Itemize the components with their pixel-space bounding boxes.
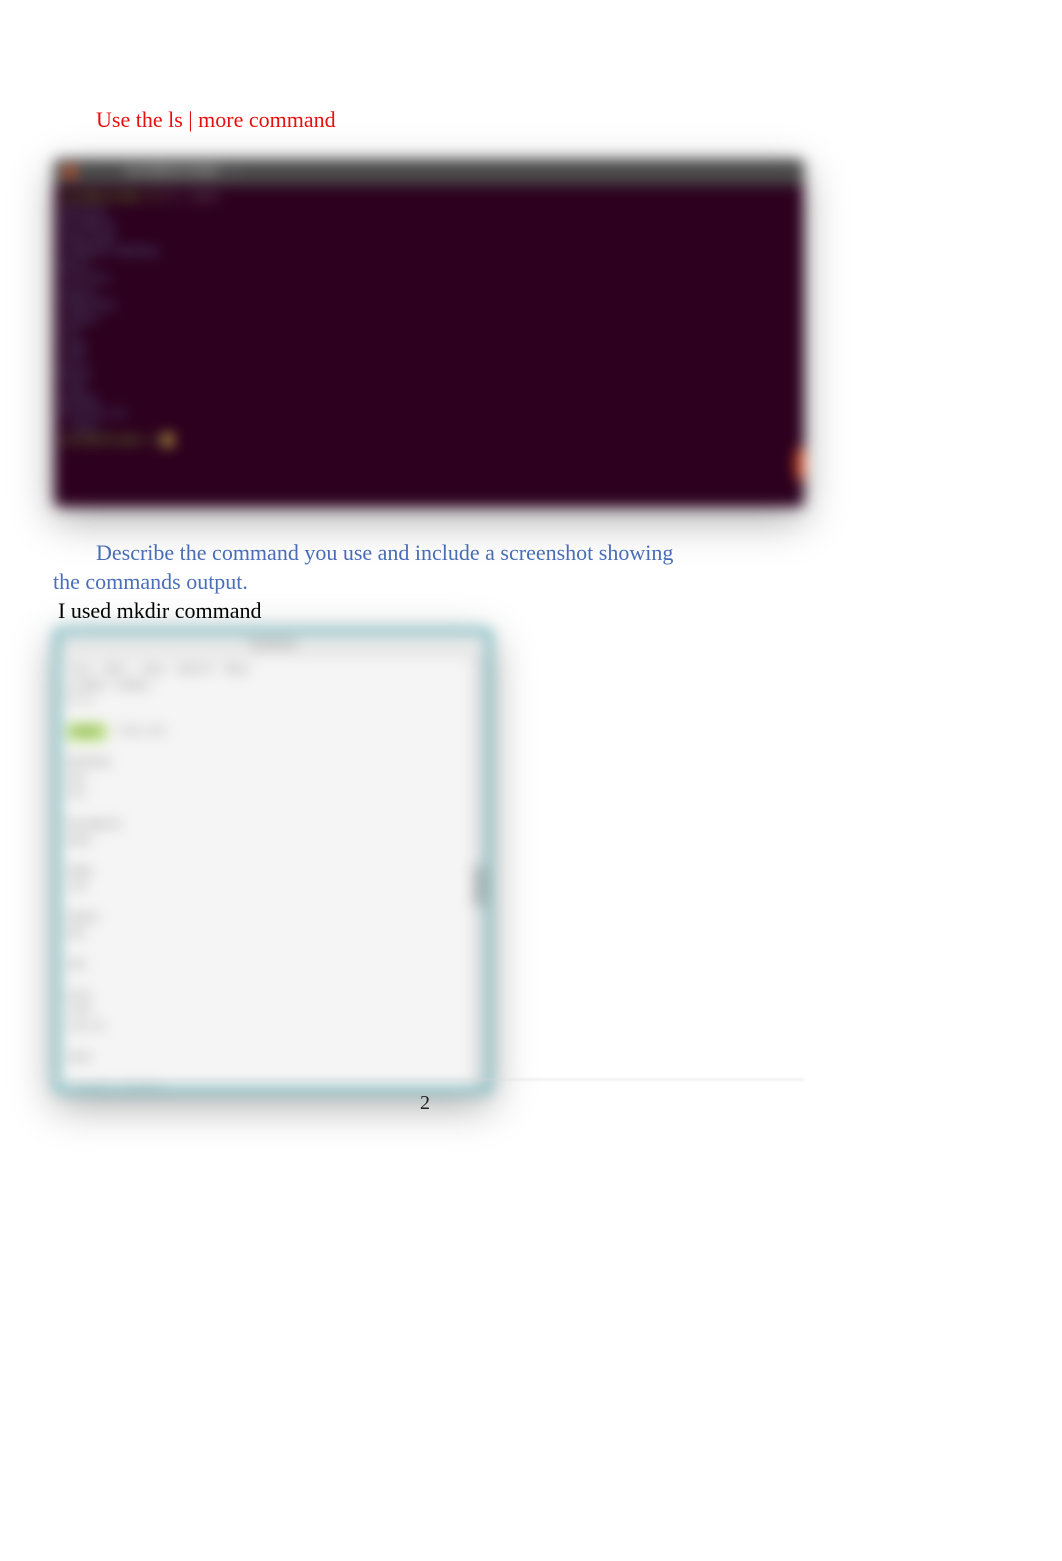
terminal-titlebar: user@hostname: ~ <box>54 159 804 185</box>
scrollbar-thumb <box>796 449 804 479</box>
instruction-blue-line1: Describe the command you use and include… <box>96 540 673 565</box>
scrollbar-thumb <box>474 866 484 906</box>
answer-text: I used mkdir command <box>58 598 854 624</box>
terminal-light-titlebar: Terminal <box>60 634 486 656</box>
terminal-output: user@hostname:~$ ls | moreDesktopDocumen… <box>54 185 804 454</box>
terminal-screenshot-dark: user@hostname: ~ user@hostname:~$ ls | m… <box>54 159 804 507</box>
window-control-icon <box>64 166 76 178</box>
page-number: 2 <box>0 1092 850 1115</box>
terminal-screenshot-light-frame: Terminal File Edit View Search Help# mkd… <box>54 628 492 1093</box>
instruction-blue-line2: the commands output. <box>53 568 854 597</box>
terminal-light-scrollbar <box>472 656 486 1087</box>
instruction-heading-red: Use the ls | more command <box>96 107 854 133</box>
terminal-title: user@hostname: ~ <box>124 164 240 178</box>
document-page: Use the ls | more command user@hostname:… <box>54 107 854 1093</box>
terminal-screenshot-light: Terminal File Edit View Search Help# mkd… <box>60 634 486 1087</box>
instruction-blue: Describe the command you use and include… <box>96 539 854 596</box>
footer-divider <box>54 1079 804 1080</box>
terminal-light-output: File Edit View Search Help# mkdir newdir… <box>60 656 486 1087</box>
